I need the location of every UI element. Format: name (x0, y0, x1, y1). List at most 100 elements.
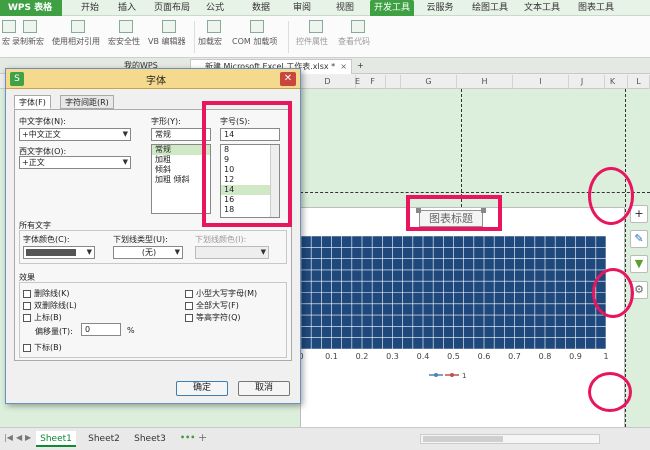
menu-text-tools[interactable]: 文本工具 (520, 0, 564, 16)
brush-icon[interactable]: ✎ (630, 230, 648, 248)
properties-icon (309, 20, 323, 33)
chevron-down-icon: ▼ (122, 130, 128, 138)
plot-area (301, 236, 607, 349)
all-caps-checkbox[interactable]: 全部大写(F) (185, 300, 239, 311)
cancel-button[interactable]: 取消 (238, 381, 290, 396)
next-sheet-icon[interactable]: ▶ (25, 433, 31, 442)
menu-review[interactable]: 审阅 (287, 0, 317, 16)
menu-drawing-tools[interactable]: 绘图工具 (468, 0, 512, 16)
menu-cloud-service[interactable]: 云服务 (420, 0, 460, 16)
small-caps-checkbox[interactable]: 小型大写字母(M) (185, 288, 257, 299)
new-tab-button[interactable]: + (354, 59, 368, 74)
ribbon: 宏 录制新宏 使用相对引用 宏安全性 VB 编辑器 加载宏 COM 加载项 控件… (0, 16, 650, 58)
x-tick-label: 0.4 (416, 352, 430, 361)
chinese-font-value: +中文正文 (22, 130, 61, 139)
guide-line-vertical (625, 89, 626, 427)
chinese-font-label: 中文字体(N): (19, 117, 66, 126)
sheet-tab-3[interactable]: Sheet3 (130, 431, 170, 447)
font-style-label: 字形(Y): (151, 117, 181, 126)
ok-button[interactable]: 确定 (176, 381, 228, 396)
x-tick-label: 0.8 (538, 352, 552, 361)
double-strikethrough-checkbox[interactable]: 双删除线(L) (23, 300, 77, 311)
more-sheets-icon[interactable]: ••• (180, 433, 195, 442)
offset-unit: % (127, 326, 135, 335)
macro-security-label: 宏安全性 (108, 37, 140, 46)
vb-editor-button[interactable]: VB 编辑器 (148, 18, 190, 56)
checkbox-label: 双删除线(L) (34, 301, 77, 310)
legend-marker-1 (434, 373, 438, 377)
superscript-checkbox[interactable]: 上标(B) (23, 312, 62, 323)
filter-icon[interactable]: ▼ (630, 255, 648, 273)
underline-type-label: 下划线类型(U): (113, 235, 168, 244)
underline-type-select[interactable]: (无) ▼ (113, 246, 183, 259)
sheet-tab-2[interactable]: Sheet2 (84, 431, 124, 447)
highlight-circle-middle (592, 268, 634, 318)
relative-ref-icon (71, 20, 85, 33)
view-code-button[interactable]: 查看代码 (338, 18, 378, 56)
menu-formula[interactable]: 公式 (200, 0, 230, 16)
checkbox-label: 等高字符(Q) (196, 313, 241, 322)
menu-chart-tools[interactable]: 图表工具 (574, 0, 618, 16)
x-tick-label: 0.2 (355, 352, 369, 361)
record-icon (23, 20, 37, 33)
close-icon[interactable]: ✕ (280, 72, 296, 86)
equal-height-checkbox[interactable]: 等高字符(Q) (185, 312, 241, 323)
chart-elements-icon[interactable]: + (630, 205, 648, 223)
load-macro-button[interactable]: 加载宏 (198, 18, 230, 56)
sheet-tab-1[interactable]: Sheet1 (36, 431, 76, 447)
font-color-select[interactable]: ▼ (23, 246, 95, 259)
underline-type-value: (无) (141, 248, 157, 257)
control-properties-button[interactable]: 控件属性 (296, 18, 336, 56)
x-tick-label: 0.5 (447, 352, 460, 361)
com-addin-button[interactable]: COM 加载项 (232, 18, 282, 56)
chinese-font-select[interactable]: +中文正文 ▼ (19, 128, 131, 141)
sheet-tab-bar: |◀ ◀ ▶ Sheet1 Sheet2 Sheet3 ••• + (0, 427, 650, 450)
checkbox-label: 全部大写(F) (196, 301, 239, 310)
tab-font[interactable]: 字体(F) (14, 95, 51, 109)
close-tab-icon[interactable]: × (340, 60, 347, 74)
load-macro-label: 加载宏 (198, 37, 222, 46)
ribbon-separator (288, 21, 289, 53)
column-header-g[interactable]: G (401, 75, 457, 89)
menu-insert[interactable]: 插入 (112, 0, 142, 16)
first-sheet-icon[interactable]: |◀ (4, 433, 13, 442)
column-header-f[interactable]: F (345, 75, 401, 89)
x-tick-label: 0.9 (569, 352, 582, 361)
x-tick-label: 0.7 (508, 352, 521, 361)
tab-character-spacing[interactable]: 字符间距(R) (60, 95, 114, 109)
macro-label: 宏 (2, 37, 10, 46)
menu-developer-tools[interactable]: 开发工具 (370, 0, 414, 16)
offset-input[interactable]: 0 (81, 323, 121, 336)
chevron-down-icon: ▼ (260, 248, 266, 256)
relative-ref-button[interactable]: 使用相对引用 (52, 18, 104, 56)
app-menu-button[interactable]: WPS 表格 (0, 0, 62, 16)
western-font-select[interactable]: +正文 ▼ (19, 156, 131, 169)
macro-security-button[interactable]: 宏安全性 (108, 18, 144, 56)
vb-editor-icon (162, 20, 176, 33)
checkbox-label: 小型大写字母(M) (196, 289, 258, 298)
record-macro-button[interactable]: 录制新宏 (12, 18, 48, 56)
chevron-down-icon: ▼ (122, 158, 128, 166)
offset-label: 偏移量(T): (35, 327, 73, 336)
strikethrough-checkbox[interactable]: 删除线(K) (23, 288, 70, 299)
checkbox-label: 下标(B) (34, 343, 62, 352)
column-header-k[interactable]: K (598, 75, 628, 89)
chart-legend[interactable]: 1 (429, 370, 479, 380)
menu-start[interactable]: 开始 (75, 0, 105, 16)
column-header-h[interactable]: H (457, 75, 513, 89)
underline-color-select[interactable]: ▼ (195, 246, 269, 259)
column-header-l[interactable]: L (628, 75, 650, 89)
add-sheet-icon[interactable]: + (198, 431, 207, 444)
prev-sheet-icon[interactable]: ◀ (16, 433, 22, 442)
scrollbar-thumb[interactable] (423, 436, 503, 442)
menu-page-layout[interactable]: 页面布局 (150, 0, 194, 16)
menu-data[interactable]: 数据 (246, 0, 276, 16)
horizontal-scrollbar[interactable] (420, 434, 600, 444)
dialog-titlebar[interactable]: S 字体 ✕ (6, 69, 300, 89)
highlight-chart-title (406, 195, 502, 231)
underline-color-label: 下划线颜色(I): (195, 235, 247, 244)
chart-object[interactable]: 图表标题 0 0.1 0.2 0.3 0.4 0.5 0.6 0.7 0.8 0.9 1 1 (298, 207, 625, 450)
subscript-checkbox[interactable]: 下标(B) (23, 342, 62, 353)
checkbox-label: 删除线(K) (34, 289, 70, 298)
menu-view[interactable]: 视图 (330, 0, 360, 16)
